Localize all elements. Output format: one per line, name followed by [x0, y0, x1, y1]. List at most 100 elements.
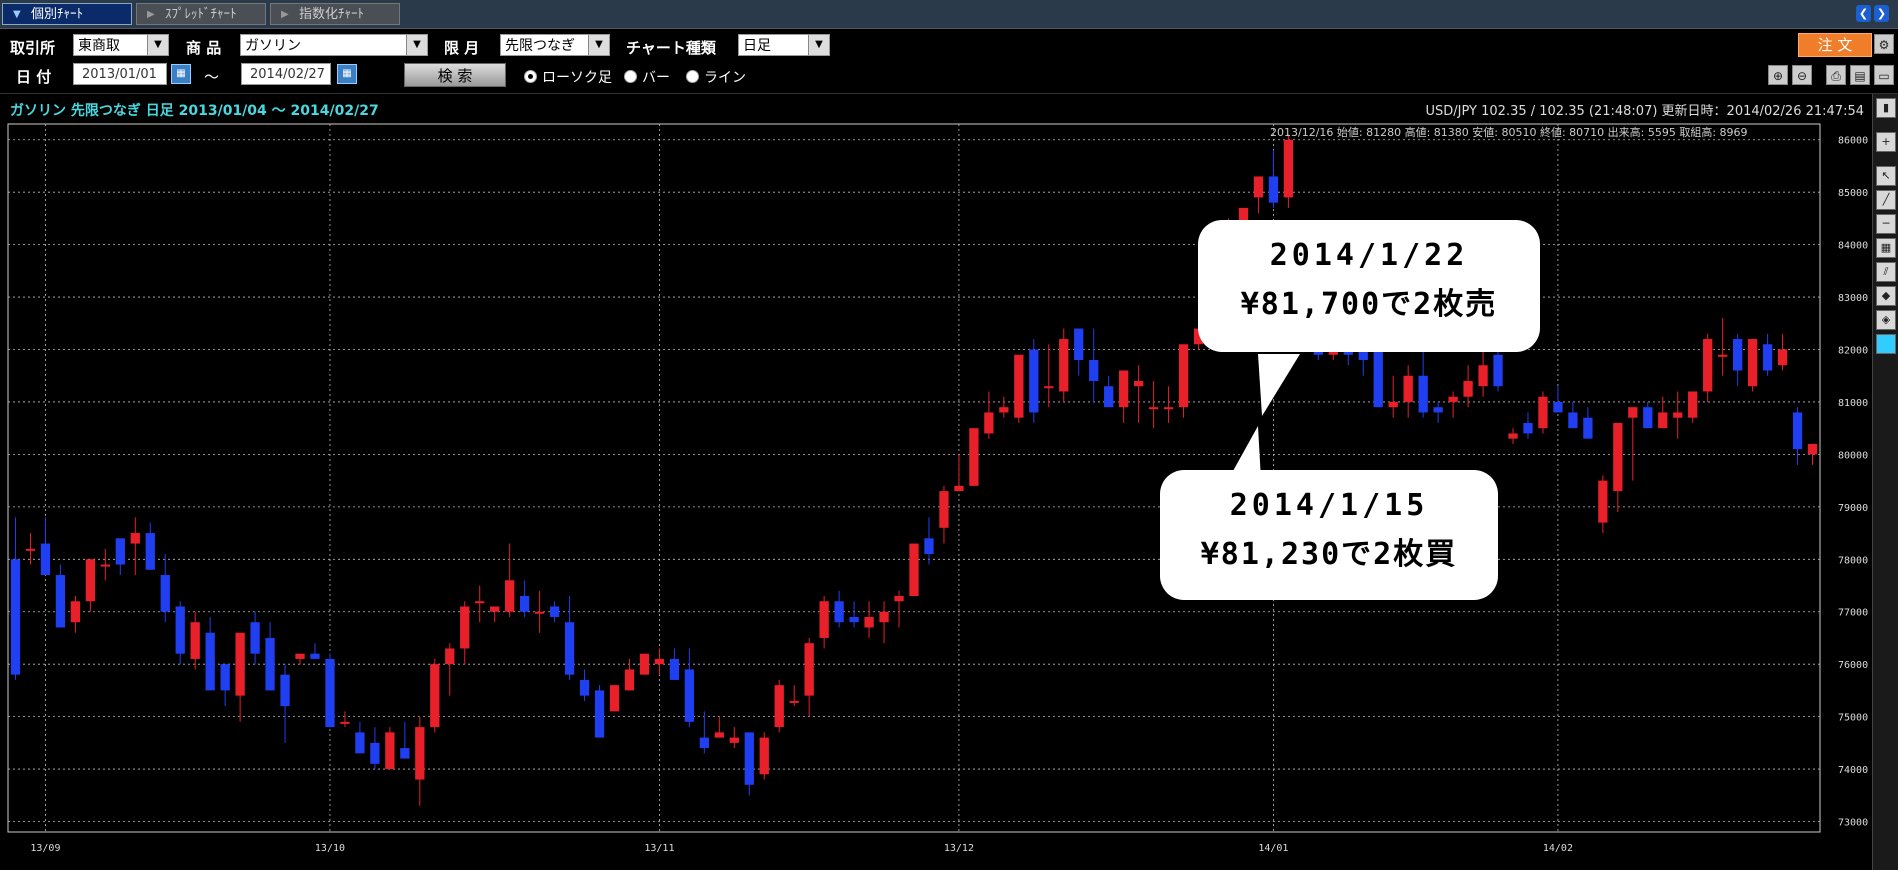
candle-body: [1388, 401, 1398, 408]
channel-icon[interactable]: ⫽: [1876, 262, 1896, 282]
candle-body: [954, 485, 964, 492]
candle-body: [999, 407, 1009, 413]
gear-icon[interactable]: ⚙: [1874, 34, 1894, 54]
date-label: 日 付: [16, 68, 52, 86]
candle-body: [355, 732, 365, 754]
y-tick-label: 76000: [1838, 660, 1868, 671]
candle-body: [295, 653, 305, 659]
candle-body: [1283, 139, 1294, 198]
candle-icon[interactable]: ▮: [1876, 98, 1896, 118]
chart-toolbar: 取引所 東商取 ▼ 商 品 ガソリン ▼ 限 月 先限つなぎ ▼ チャート種類 …: [0, 29, 1898, 94]
candle-body: [534, 611, 545, 614]
candle-body: [1268, 176, 1279, 203]
buy-callout: 2014/1/15 ¥81,230で2枚買: [1160, 470, 1498, 600]
tab-arrow-icon: ▶: [147, 9, 155, 20]
y-tick-label: 74000: [1838, 765, 1868, 776]
candle-body: [400, 748, 410, 759]
eraser-all-icon[interactable]: ◈: [1876, 310, 1896, 330]
candle-body: [505, 580, 515, 612]
candle-body: [430, 664, 440, 728]
y-tick-label: 78000: [1838, 555, 1868, 566]
y-tick-label: 77000: [1838, 608, 1868, 619]
crosshair-icon[interactable]: +: [1876, 132, 1896, 152]
x-tick-label: 13/10: [315, 843, 345, 854]
radio-candlestick[interactable]: ローソク足: [524, 67, 612, 87]
sell-date: 2014/1/22: [1269, 238, 1469, 273]
candle-body: [1059, 339, 1069, 392]
radio-line[interactable]: ライン: [686, 67, 746, 87]
product-value: ガソリン: [245, 38, 301, 54]
grid-icon[interactable]: ▦: [1876, 238, 1896, 258]
tab-spread-chart[interactable]: ▶ ｽﾌﾟﾚｯﾄﾞﾁｬｰﾄ: [136, 3, 266, 25]
candle-body: [490, 606, 500, 612]
y-tick-label: 84000: [1838, 241, 1868, 252]
sell-callout: 2014/1/22 ¥81,700で2枚売: [1198, 220, 1540, 352]
y-tick-label: 81000: [1838, 398, 1868, 409]
search-button[interactable]: 検 索: [404, 63, 506, 87]
candle-body: [1613, 422, 1623, 492]
candle-body: [445, 648, 455, 665]
candle-body: [1777, 349, 1788, 366]
dropdown-triangle-icon: ▼: [13, 9, 21, 20]
trendline-icon[interactable]: ╱: [1876, 190, 1896, 210]
candle-body: [894, 596, 904, 602]
eraser-icon[interactable]: ◆: [1876, 286, 1896, 306]
chevron-down-icon: ▼: [808, 35, 829, 55]
candle-body: [235, 632, 245, 696]
zoom-in-icon[interactable]: ⊕: [1768, 65, 1788, 85]
radio-label: ライン: [704, 70, 746, 86]
candle-body: [1148, 407, 1159, 410]
zoom-out-icon[interactable]: ⊖: [1792, 65, 1812, 85]
chart-type-select[interactable]: 日足 ▼: [738, 34, 830, 56]
candle-body: [1493, 354, 1503, 387]
x-tick-label: 13/12: [944, 843, 974, 854]
prev-tab-icon[interactable]: ❮: [1856, 5, 1871, 22]
y-tick-label: 79000: [1838, 503, 1868, 514]
candle-body: [1807, 443, 1818, 455]
y-tick-label: 73000: [1838, 818, 1868, 829]
calendar-icon[interactable]: ▦: [337, 64, 357, 84]
candlestick-chart[interactable]: 73000 74000 75000 76000 77000 78000 79000 80000…: [0, 94, 1872, 870]
candle-body: [160, 575, 170, 612]
save-icon[interactable]: ▤: [1850, 65, 1870, 85]
month-select[interactable]: 先限つなぎ ▼: [500, 34, 610, 56]
candle-body: [1433, 407, 1443, 413]
candle-body: [714, 732, 724, 738]
date-from-input[interactable]: 2013/01/01: [73, 63, 167, 85]
calendar-icon[interactable]: ▦: [171, 64, 191, 84]
pointer-icon[interactable]: ↖: [1876, 166, 1896, 186]
candle-body: [250, 622, 260, 654]
candle-body: [1598, 480, 1608, 523]
candle-body: [340, 721, 350, 724]
candle-body: [415, 727, 425, 780]
candle-body: [1448, 396, 1458, 402]
product-select[interactable]: ガソリン ▼: [240, 34, 428, 56]
candle-body: [579, 679, 590, 696]
candle-body: [460, 606, 470, 649]
date-to-input[interactable]: 2014/02/27: [241, 63, 331, 85]
tab-individual-chart[interactable]: ▼ 個別ﾁｬｰﾄ: [2, 3, 132, 25]
color-icon[interactable]: [1876, 334, 1896, 354]
candle-body: [325, 658, 335, 728]
candle-body: [1463, 380, 1473, 397]
horizontal-line-icon[interactable]: ─: [1876, 214, 1896, 234]
candle-body: [699, 737, 709, 749]
tab-index-chart[interactable]: ▶ 指数化ﾁｬｰﾄ: [270, 3, 400, 25]
chart-type-label: チャート種類: [626, 39, 716, 57]
drawing-toolbar: ▮ + ↖ ╱ ─ ▦ ⫽ ◆ ◈: [1872, 94, 1898, 870]
next-tab-icon[interactable]: ❯: [1874, 5, 1889, 22]
candle-body: [909, 543, 919, 596]
candle-body: [1418, 375, 1428, 413]
candle-body: [819, 601, 829, 638]
exchange-select[interactable]: 東商取 ▼: [73, 34, 169, 56]
tab-label: 指数化ﾁｬｰﾄ: [299, 7, 365, 22]
order-button[interactable]: 注 文: [1798, 33, 1872, 57]
window-icon[interactable]: ▭: [1874, 65, 1894, 85]
candle-body: [70, 601, 81, 623]
x-tick-label: 13/11: [644, 843, 674, 854]
tab-label: ｽﾌﾟﾚｯﾄﾞﾁｬｰﾄ: [165, 7, 237, 22]
radio-bar[interactable]: バー: [624, 67, 670, 87]
print-icon[interactable]: ⎙: [1826, 65, 1846, 85]
candle-body: [1643, 407, 1653, 429]
candle-body: [1703, 339, 1713, 392]
